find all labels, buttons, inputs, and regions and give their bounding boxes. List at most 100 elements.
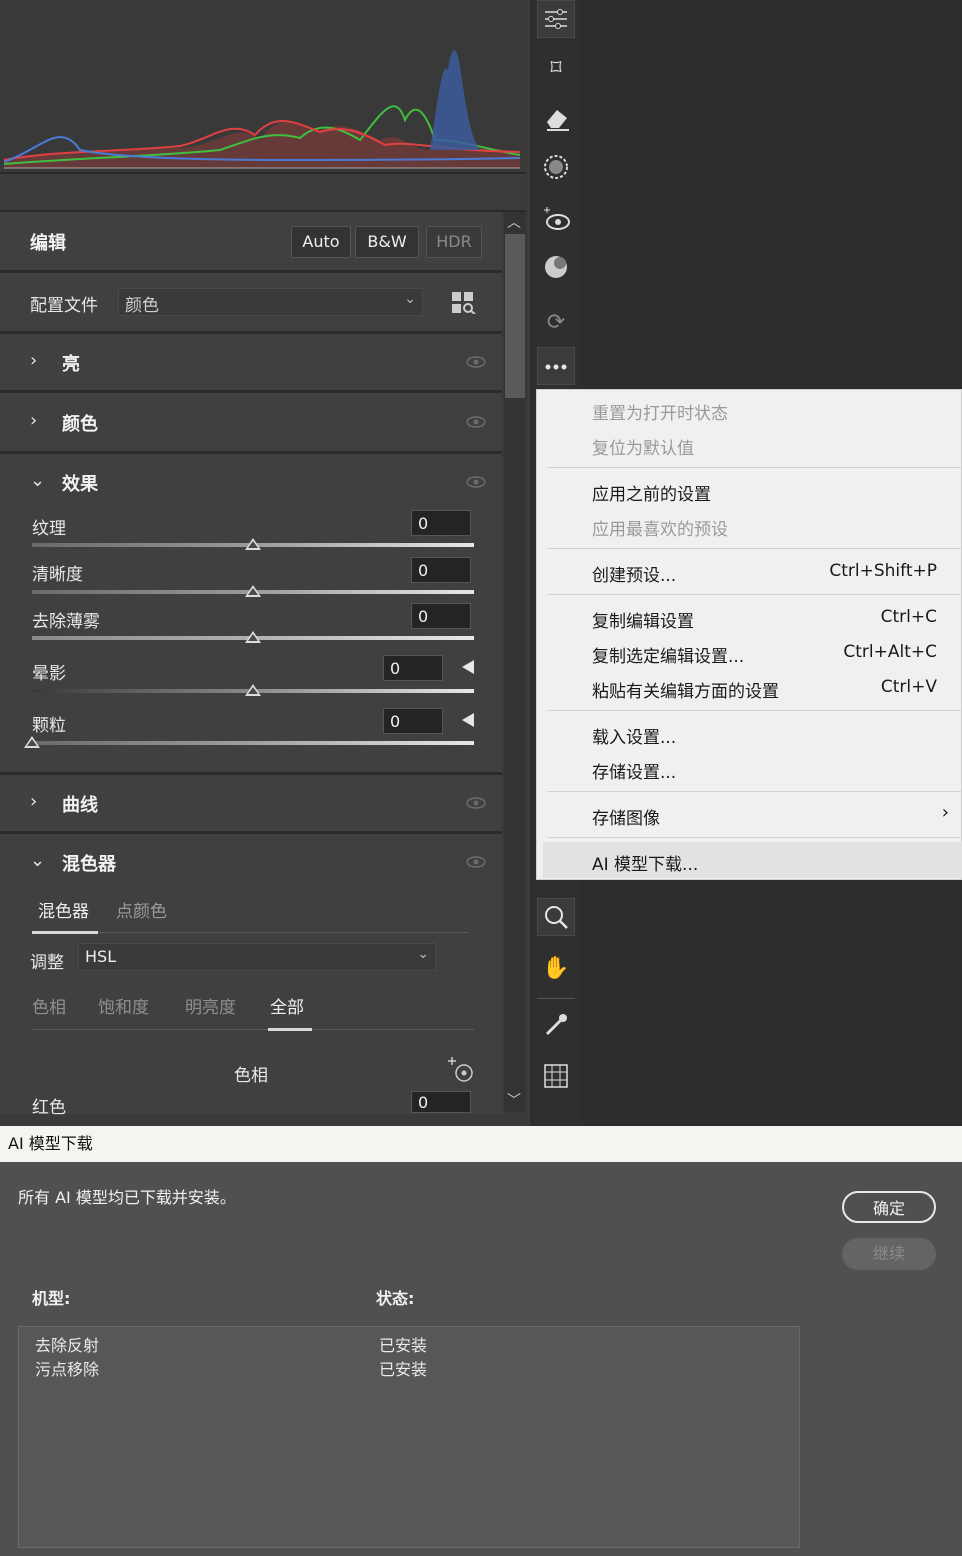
chevron-right-icon: › xyxy=(30,410,38,431)
chevron-right-icon: › xyxy=(30,791,38,812)
edit-title: 编辑 xyxy=(30,233,66,254)
menu-item-apply-previous[interactable]: 应用之前的设置 xyxy=(592,480,711,505)
model-status: 已安装 xyxy=(379,1336,428,1355)
profile-value: 颜色 xyxy=(125,296,159,316)
menu-item-copy-settings[interactable]: 复制编辑设置 xyxy=(592,607,694,632)
subtab-luminance[interactable]: 明亮度 xyxy=(185,993,236,1018)
adjust-label: 调整 xyxy=(30,953,64,973)
auto-button[interactable]: Auto xyxy=(291,226,351,258)
adjust-value: HSL xyxy=(85,947,117,966)
texture-label: 纹理 xyxy=(32,519,66,539)
histogram-graph xyxy=(0,0,526,172)
model-name: 去除反射 xyxy=(35,1336,100,1355)
chevron-right-icon: › xyxy=(941,802,949,823)
hand-icon[interactable]: ✋ xyxy=(537,950,575,988)
shortcut-create-preset: Ctrl+Shift+P xyxy=(829,561,937,581)
histogram-footer xyxy=(0,172,526,212)
clarity-value[interactable]: 0 xyxy=(411,557,471,583)
chevron-down-icon[interactable]: ⌄ xyxy=(30,850,45,871)
section-color-title: 颜色 xyxy=(62,414,98,435)
presets-icon[interactable] xyxy=(537,252,575,290)
grain-slider-thumb[interactable] xyxy=(24,736,40,748)
tab-point-color[interactable]: 点颜色 xyxy=(116,897,167,922)
adjust-select[interactable]: HSL ⌄ xyxy=(78,943,436,971)
eye-icon[interactable] xyxy=(466,797,486,809)
eye-icon[interactable] xyxy=(466,476,486,488)
scroll-down-icon[interactable]: ﹀ xyxy=(507,1090,521,1110)
chevron-down-icon: ⌄ xyxy=(417,946,429,962)
dehaze-value[interactable]: 0 xyxy=(411,603,471,629)
vignette-value[interactable]: 0 xyxy=(383,655,443,681)
ok-button[interactable]: 确定 xyxy=(842,1191,936,1223)
menu-item-save-settings[interactable]: 存储设置... xyxy=(592,758,676,783)
menu-item-save-image[interactable]: 存储图像 xyxy=(592,804,660,829)
crop-icon[interactable]: ⌑ xyxy=(537,50,575,88)
edit-panel: 编辑 Auto B&W HDR 配置文件 颜色 ⌄ › 亮 › 颜色 ⌄ 效果 … xyxy=(0,0,530,1126)
eye-icon[interactable] xyxy=(466,856,486,868)
menu-item-reset-open: 重置为打开时状态 xyxy=(592,404,728,424)
histogram xyxy=(0,0,526,172)
grain-value[interactable]: 0 xyxy=(383,708,443,734)
subtab-all-indicator xyxy=(268,1028,312,1031)
hdr-button[interactable]: HDR xyxy=(426,226,482,258)
section-light-title: 亮 xyxy=(62,354,80,375)
menu-item-load-settings[interactable]: 载入设置... xyxy=(592,723,676,748)
eraser-icon[interactable] xyxy=(537,102,575,140)
dehaze-label: 去除薄雾 xyxy=(32,612,100,632)
grain-slider[interactable] xyxy=(32,741,474,745)
grain-expand-icon[interactable] xyxy=(462,713,474,727)
grid-icon[interactable] xyxy=(537,1062,575,1100)
subtab-all[interactable]: 全部 xyxy=(270,993,304,1018)
model-list: 去除反射 已安装 污点移除 已安装 xyxy=(18,1326,800,1548)
more-options-icon[interactable] xyxy=(537,347,575,385)
profile-select[interactable]: 颜色 ⌄ xyxy=(118,288,423,316)
more-options-menu: 重置为打开时状态 复位为默认值 应用之前的设置 应用最喜欢的预设 创建预设...… xyxy=(536,389,962,880)
menu-item-reset-default: 复位为默认值 xyxy=(592,439,694,459)
chevron-down-icon[interactable]: ⌄ xyxy=(30,470,45,491)
profile-row: 配置文件 颜色 ⌄ xyxy=(0,273,502,331)
clarity-slider-thumb[interactable] xyxy=(245,585,261,597)
subtab-hue[interactable]: 色相 xyxy=(32,993,66,1018)
dehaze-slider-thumb[interactable] xyxy=(245,631,261,643)
subtab-saturation[interactable]: 饱和度 xyxy=(98,993,149,1018)
dialog-title: AI 模型下载 xyxy=(8,1134,93,1153)
menu-item-ai-download[interactable]: AI 模型下载... xyxy=(592,850,698,875)
edit-sliders-icon[interactable] xyxy=(537,0,575,38)
vignette-label: 晕影 xyxy=(32,664,66,684)
vignette-slider-thumb[interactable] xyxy=(245,684,261,696)
col-model-header: 机型: xyxy=(32,1289,71,1308)
panel-scrollbar-thumb[interactable] xyxy=(505,234,525,398)
model-status: 已安装 xyxy=(379,1360,428,1379)
history-icon[interactable]: ⟳ xyxy=(537,304,575,342)
section-color[interactable]: › 颜色 xyxy=(0,393,502,451)
tab-mixer[interactable]: 混色器 xyxy=(38,897,89,922)
eye-icon[interactable] xyxy=(466,356,486,368)
eye-icon[interactable] xyxy=(466,416,486,428)
menu-item-apply-favorite: 应用最喜欢的预设 xyxy=(592,520,728,540)
texture-value[interactable]: 0 xyxy=(411,510,471,536)
section-light[interactable]: › 亮 xyxy=(0,334,502,390)
texture-slider-thumb[interactable] xyxy=(245,538,261,550)
menu-item-copy-selected[interactable]: 复制选定编辑设置... xyxy=(592,642,744,667)
tab-mixer-indicator xyxy=(32,931,98,934)
shortcut-paste-settings: Ctrl+V xyxy=(880,677,937,697)
menu-item-paste-settings[interactable]: 粘贴有关编辑方面的设置 xyxy=(592,677,779,702)
section-effects-title: 效果 xyxy=(62,474,98,495)
clarity-label: 清晰度 xyxy=(32,565,83,585)
shortcut-copy-settings: Ctrl+C xyxy=(880,607,937,627)
target-adjust-icon[interactable] xyxy=(446,1056,476,1084)
col-status-header: 状态: xyxy=(376,1289,415,1308)
eyedropper-icon[interactable] xyxy=(537,1010,575,1048)
profile-browser-icon[interactable] xyxy=(452,292,476,314)
red-value[interactable]: 0 xyxy=(411,1091,471,1113)
section-curves[interactable]: › 曲线 xyxy=(0,775,502,831)
chevron-right-icon: › xyxy=(30,350,38,371)
zoom-icon[interactable] xyxy=(537,898,575,936)
model-name: 污点移除 xyxy=(35,1360,100,1379)
vignette-expand-icon[interactable] xyxy=(462,660,474,674)
menu-item-create-preset[interactable]: 创建预设... xyxy=(592,561,676,586)
bw-button[interactable]: B&W xyxy=(355,226,419,258)
red-eye-icon[interactable] xyxy=(537,204,575,242)
scroll-up-icon[interactable]: ︿ xyxy=(507,212,521,232)
mask-icon[interactable] xyxy=(537,152,575,190)
